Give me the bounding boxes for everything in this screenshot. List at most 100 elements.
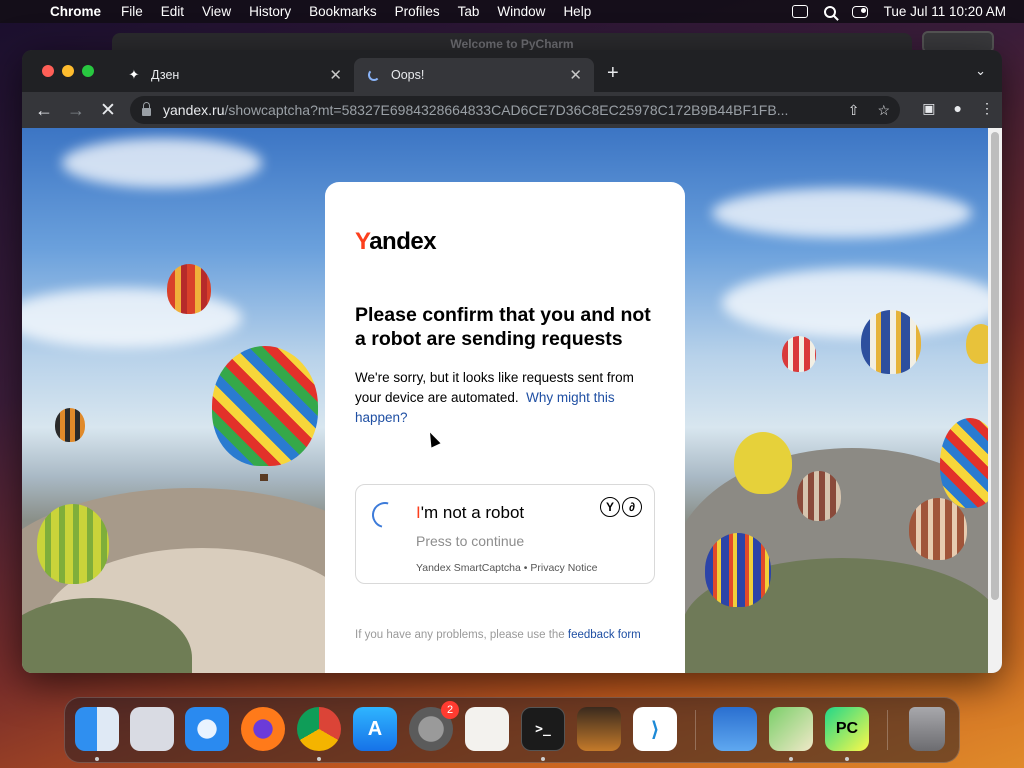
- url-host: yandex.ru: [163, 102, 225, 118]
- menu-bookmarks[interactable]: Bookmarks: [309, 4, 377, 19]
- bookmark-star-icon[interactable]: ☆: [877, 102, 890, 119]
- firefox-icon[interactable]: [241, 707, 285, 751]
- hot-air-balloon: [966, 324, 988, 364]
- running-indicator: [317, 757, 321, 761]
- captcha-description: We're sorry, but it looks like requests …: [355, 368, 660, 428]
- terminal-icon[interactable]: >_: [521, 707, 565, 751]
- app-store-icon[interactable]: A: [353, 707, 397, 751]
- vscode-icon[interactable]: ⟩: [633, 707, 677, 751]
- hot-air-balloon: [55, 408, 85, 442]
- maps-icon[interactable]: [769, 707, 813, 751]
- trash-icon[interactable]: [909, 707, 945, 751]
- page-viewport: Yandex Please confirm that you and not a…: [22, 128, 988, 673]
- weather-icon[interactable]: [713, 707, 757, 751]
- safari-icon[interactable]: [185, 707, 229, 751]
- running-indicator: [845, 757, 849, 761]
- feedback-note: If you have any problems, please use the…: [355, 626, 645, 644]
- hot-air-balloon: [705, 533, 771, 607]
- robot-checkbox-subtitle: Press to continue: [416, 533, 525, 549]
- toolbar-right-actions: ▣ ● ⋮: [922, 100, 994, 117]
- close-window-button[interactable]: [42, 65, 54, 77]
- hot-air-balloon: [782, 336, 816, 372]
- dock-separator: [695, 710, 696, 750]
- smartcaptcha-logos: Y ∂: [600, 497, 642, 517]
- screen-mirroring-icon[interactable]: [791, 5, 808, 18]
- page-scrollbar[interactable]: [988, 128, 1002, 673]
- pycharm-icon[interactable]: PC: [825, 707, 869, 751]
- spotlight-search-icon[interactable]: [823, 5, 836, 18]
- not-a-robot-checkbox[interactable]: I'm not a robot Press to continue Yandex…: [355, 484, 655, 584]
- share-icon[interactable]: ⇧: [848, 102, 860, 119]
- menu-bar-status: Tue Jul 11 10:20 AM: [791, 0, 1006, 23]
- running-indicator: [541, 757, 545, 761]
- yandex-circle-icon: Y: [600, 497, 620, 517]
- scrollbar-thumb[interactable]: [991, 132, 999, 600]
- tab-strip: ✦ Дзен ✕ Oops! ✕ + ⌄: [22, 50, 1002, 92]
- menu-file[interactable]: File: [121, 4, 143, 19]
- balloon-basket: [260, 474, 268, 481]
- new-tab-button[interactable]: +: [607, 62, 619, 85]
- hot-air-balloon: [797, 471, 841, 521]
- control-center-icon[interactable]: [851, 5, 868, 18]
- captcha-heading: Please confirm that you and not a robot …: [355, 304, 651, 350]
- yandex-logo-rest: andex: [369, 228, 437, 255]
- menu-bar: Chrome File Edit View History Bookmarks …: [0, 0, 1024, 23]
- loading-spinner-icon: [367, 497, 403, 533]
- back-button[interactable]: ←: [32, 98, 56, 122]
- loading-spinner-icon: [366, 67, 382, 83]
- background-cloud: [62, 138, 262, 188]
- menu-tab[interactable]: Tab: [458, 4, 480, 19]
- launchpad-icon[interactable]: [130, 707, 174, 751]
- tab-oops-active[interactable]: Oops! ✕: [354, 58, 594, 92]
- robot-checkbox-title: I'm not a robot: [416, 503, 524, 523]
- menu-edit[interactable]: Edit: [161, 4, 184, 19]
- address-bar[interactable]: yandex.ru /showcaptcha?mt=58327E69843286…: [130, 96, 900, 124]
- smartcaptcha-footer[interactable]: Yandex SmartCaptcha • Privacy Notice: [416, 562, 597, 574]
- chrome-menu-icon[interactable]: ⋮: [980, 100, 994, 117]
- address-bar-actions: ⇧ ☆: [848, 102, 890, 119]
- robot-title-rest: 'm not a robot: [420, 503, 525, 522]
- menu-help[interactable]: Help: [563, 4, 591, 19]
- running-indicator: [789, 757, 793, 761]
- dock: A 2 >_ ⟩ PC: [64, 697, 960, 763]
- tab-search-chevron-icon[interactable]: ⌄: [975, 63, 986, 79]
- profile-avatar-icon[interactable]: ●: [954, 100, 962, 117]
- lock-icon[interactable]: [142, 102, 151, 116]
- side-panel-icon[interactable]: ▣: [922, 100, 935, 117]
- hot-air-balloon: [212, 346, 318, 466]
- finder-icon[interactable]: [75, 707, 119, 751]
- background-cloud: [722, 268, 988, 338]
- chrome-icon[interactable]: [297, 707, 341, 751]
- tab-close-icon[interactable]: ✕: [569, 66, 582, 84]
- notification-badge: 2: [441, 701, 459, 719]
- fullscreen-window-button[interactable]: [82, 65, 94, 77]
- feedback-text: If you have any problems, please use the: [355, 629, 568, 641]
- menu-app-name[interactable]: Chrome: [50, 4, 101, 19]
- yandex-logo-y: Y: [355, 228, 370, 255]
- system-settings-icon[interactable]: 2: [409, 701, 459, 751]
- tab-dzen[interactable]: ✦ Дзен ✕: [114, 58, 354, 92]
- stop-loading-button[interactable]: ✕: [96, 98, 120, 122]
- menu-window[interactable]: Window: [497, 4, 545, 19]
- menu-history[interactable]: History: [249, 4, 291, 19]
- minimize-window-button[interactable]: [62, 65, 74, 77]
- dock-separator: [887, 710, 888, 750]
- hot-air-balloon: [37, 504, 109, 584]
- hot-air-balloon: [940, 418, 988, 508]
- textedit-icon[interactable]: [465, 707, 509, 751]
- feedback-form-link[interactable]: feedback form: [568, 629, 641, 641]
- url-path: /showcaptcha?mt=58327E6984328664833CAD6C…: [224, 102, 789, 118]
- tab-title: Дзен: [151, 68, 180, 82]
- hot-air-balloon: [909, 498, 967, 560]
- hot-air-balloon: [734, 432, 792, 494]
- menu-view[interactable]: View: [202, 4, 231, 19]
- menu-profiles[interactable]: Profiles: [395, 4, 440, 19]
- tab-close-icon[interactable]: ✕: [329, 66, 342, 84]
- background-window-title: Welcome to PyCharm: [450, 37, 574, 51]
- forward-button[interactable]: →: [64, 98, 88, 122]
- garageband-icon[interactable]: [577, 707, 621, 751]
- menu-bar-clock[interactable]: Tue Jul 11 10:20 AM: [884, 4, 1006, 19]
- background-cloud: [712, 188, 972, 238]
- hot-air-balloon: [167, 264, 211, 314]
- hot-air-balloon: [861, 310, 921, 374]
